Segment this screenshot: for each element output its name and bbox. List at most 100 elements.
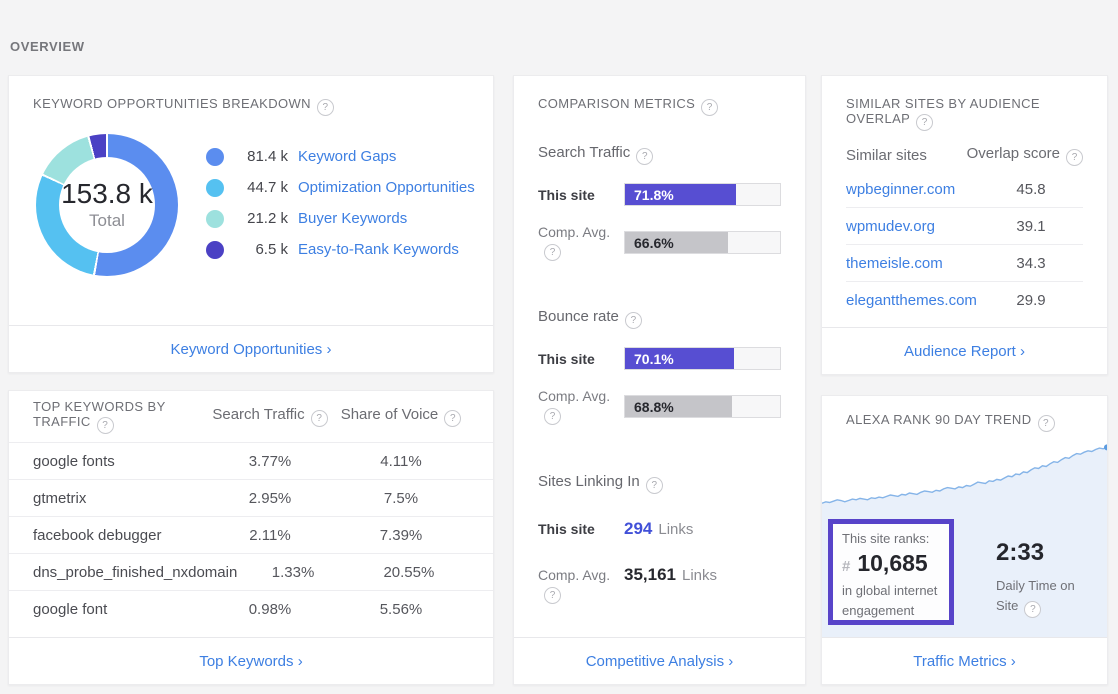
help-icon[interactable]: ? — [701, 99, 718, 116]
donut-total-label: Total — [89, 211, 125, 231]
search-traffic-cell: 2.11% — [207, 527, 333, 544]
section-label-text: Search Traffic — [538, 144, 630, 161]
similar-sites-subheader: Similar sites Overlap score? — [846, 143, 1083, 167]
help-icon[interactable]: ? — [646, 477, 663, 494]
table-row: wpmudev.org 39.1 — [846, 207, 1083, 244]
bounce-rate-section-label: Bounce rate? — [538, 308, 781, 329]
help-icon[interactable]: ? — [1066, 149, 1083, 166]
comparison-metrics-title: COMPARISON METRICS? — [538, 96, 781, 116]
similar-site-link[interactable]: elegantthemes.com — [846, 292, 979, 309]
keyword-cell: gtmetrix — [33, 490, 207, 507]
help-icon[interactable]: ? — [916, 114, 933, 131]
row-label: Comp. Avg.? — [538, 567, 624, 604]
table-row: elegantthemes.com 29.9 — [846, 281, 1083, 318]
keyword-opportunities-title-text: KEYWORD OPPORTUNITIES BREAKDOWN — [33, 96, 311, 111]
share-of-voice-cell: 5.56% — [333, 601, 469, 618]
card-footer: Competitive Analysis › — [514, 637, 805, 684]
hash-icon: # — [842, 558, 850, 575]
rank-highlight-box: This site ranks: # 10,685 in global inte… — [828, 519, 954, 625]
rank-line: # 10,685 — [842, 550, 940, 577]
daily-time-block: 2:33 Daily Time on Site? — [996, 539, 1100, 618]
bounce-rate-comp-avg-bar: 68.8% — [625, 396, 732, 417]
section-label-text: Bounce rate — [538, 308, 619, 325]
legend-link-optimization-opportunities[interactable]: Optimization Opportunities — [298, 179, 475, 196]
section-label-text: Sites Linking In — [538, 473, 640, 490]
similar-site-link[interactable]: wpmudev.org — [846, 218, 979, 235]
table-row: google fonts 3.77% 4.11% — [9, 442, 493, 479]
share-of-voice-cell: 7.39% — [333, 527, 469, 544]
share-of-voice-cell: 20.55% — [349, 564, 469, 581]
column-header-overlap-score: Overlap score? — [967, 145, 1083, 166]
search-traffic-section-label: Search Traffic? — [538, 144, 781, 165]
bar-label-text: Comp. Avg. — [538, 224, 610, 240]
legend-dot-icon — [206, 179, 224, 197]
legend-item: 6.5 k Easy-to-Rank Keywords — [206, 234, 475, 265]
help-icon[interactable]: ? — [544, 587, 561, 604]
legend-item: 44.7 k Optimization Opportunities — [206, 172, 475, 203]
help-icon[interactable]: ? — [311, 410, 328, 427]
rank-caption: in global internet engagement — [842, 581, 940, 621]
table-row: google font 0.98% 5.56% — [9, 590, 493, 627]
help-icon[interactable]: ? — [1038, 415, 1055, 432]
this-site-bar-row: This site 71.8% — [538, 183, 781, 206]
share-of-voice-cell: 7.5% — [333, 490, 469, 507]
keyword-donut-chart: 153.8 k Total — [36, 134, 178, 276]
bar-track: 66.6% — [624, 231, 781, 254]
top-keywords-header: TOP KEYWORDS BY TRAFFIC? Search Traffic?… — [9, 391, 493, 442]
search-traffic-cell: 0.98% — [207, 601, 333, 618]
legend-value: 6.5 k — [238, 241, 288, 258]
global-rank-value: 10,685 — [857, 550, 927, 577]
links-suffix: Links — [658, 521, 693, 538]
links-suffix: Links — [682, 567, 717, 584]
search-traffic-this-site-bar: 71.8% — [625, 184, 736, 205]
similar-site-link[interactable]: wpbeginner.com — [846, 181, 979, 198]
top-keywords-link[interactable]: Top Keywords › — [199, 653, 302, 670]
search-traffic-cell: 1.33% — [237, 564, 348, 581]
help-icon[interactable]: ? — [636, 148, 653, 165]
comp-avg-links-value: 35,161 — [624, 565, 676, 585]
legend-value: 81.4 k — [238, 148, 288, 165]
legend-dot-icon — [206, 148, 224, 166]
help-icon[interactable]: ? — [544, 244, 561, 261]
legend-link-keyword-gaps[interactable]: Keyword Gaps — [298, 148, 396, 165]
column-header-text: Overlap score — [967, 145, 1060, 162]
legend-link-easy-to-rank-keywords[interactable]: Easy-to-Rank Keywords — [298, 241, 459, 258]
column-header-share-of-voice: Share of Voice? — [333, 406, 469, 427]
column-header-similar-sites: Similar sites — [846, 147, 967, 164]
competitive-analysis-link[interactable]: Competitive Analysis › — [586, 653, 734, 670]
donut-center: 153.8 k Total — [59, 157, 155, 253]
legend-item: 21.2 k Buyer Keywords — [206, 203, 475, 234]
table-row: themeisle.com 34.3 — [846, 244, 1083, 281]
keyword-opportunities-link[interactable]: Keyword Opportunities › — [171, 341, 332, 358]
top-keywords-title: TOP KEYWORDS BY TRAFFIC? — [33, 399, 207, 434]
similar-site-link[interactable]: themeisle.com — [846, 255, 979, 272]
this-site-links-value: 294 — [624, 519, 652, 539]
help-icon[interactable]: ? — [317, 99, 334, 116]
legend-value: 44.7 k — [238, 179, 288, 196]
table-row: gtmetrix 2.95% 7.5% — [9, 479, 493, 516]
sites-linking-in-section-label: Sites Linking In? — [538, 473, 781, 494]
keyword-cell: google font — [33, 601, 207, 618]
bar-label: Comp. Avg.? — [538, 388, 624, 425]
bar-label: Comp. Avg.? — [538, 224, 624, 261]
help-icon[interactable]: ? — [1024, 601, 1041, 618]
rank-intro: This site ranks: — [842, 531, 940, 546]
legend-value: 21.2 k — [238, 210, 288, 227]
card-footer: Keyword Opportunities › — [9, 325, 493, 372]
overlap-score-cell: 39.1 — [979, 218, 1083, 235]
keyword-cell: google fonts — [33, 453, 207, 470]
comp-avg-bar-row: Comp. Avg.? 68.8% — [538, 388, 781, 425]
legend-link-buyer-keywords[interactable]: Buyer Keywords — [298, 210, 407, 227]
daily-time-value: 2:33 — [996, 539, 1100, 567]
alexa-rank-card: ALEXA RANK 90 DAY TREND? This site ranks… — [821, 395, 1108, 685]
donut-total-value: 153.8 k — [61, 179, 153, 210]
audience-report-link[interactable]: Audience Report › — [904, 343, 1025, 360]
help-icon[interactable]: ? — [625, 312, 642, 329]
help-icon[interactable]: ? — [444, 410, 461, 427]
traffic-metrics-link[interactable]: Traffic Metrics › — [913, 653, 1016, 670]
dashboard-grid: KEYWORD OPPORTUNITIES BREAKDOWN? 153.8 k… — [8, 75, 1108, 685]
overlap-score-cell: 45.8 — [979, 181, 1083, 198]
bar-label: This site — [538, 351, 624, 367]
help-icon[interactable]: ? — [544, 408, 561, 425]
help-icon[interactable]: ? — [97, 417, 114, 434]
